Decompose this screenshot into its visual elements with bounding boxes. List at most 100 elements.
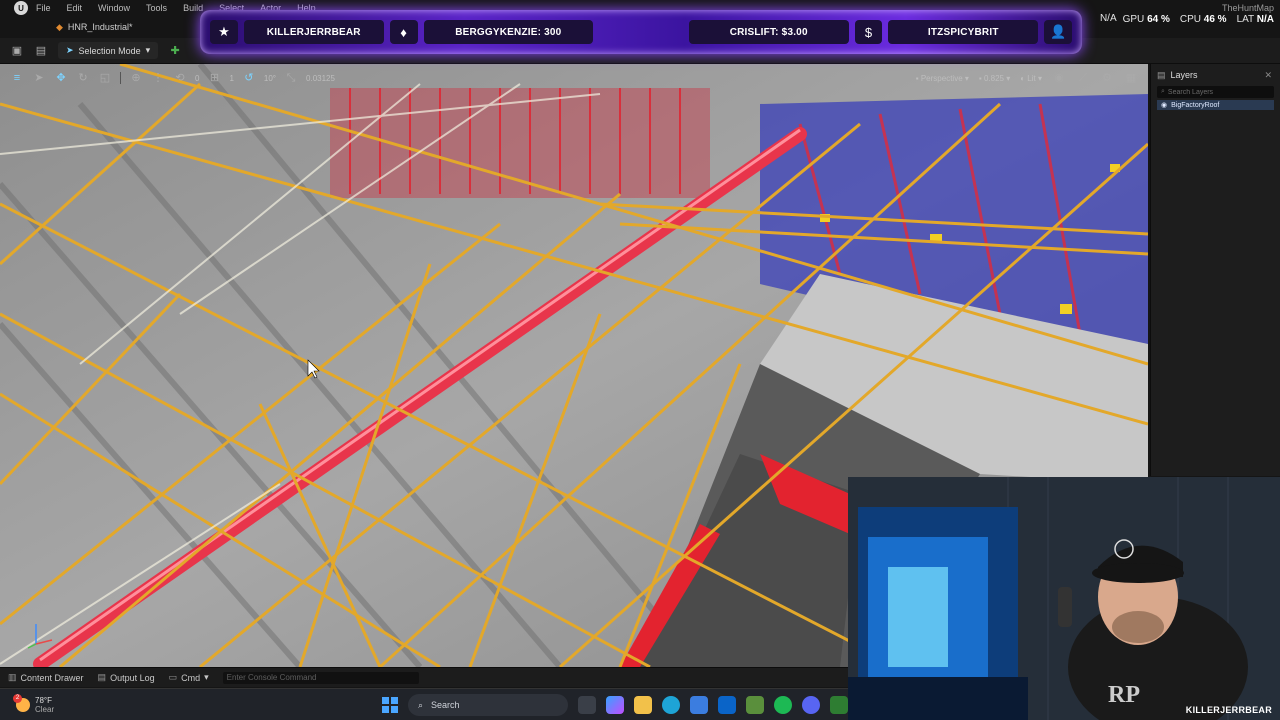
search-icon: ⌕ <box>1161 88 1165 95</box>
lighting-dropdown[interactable]: ◐ Lit ▾ <box>1020 74 1042 83</box>
show-flags-icon[interactable]: ◉ <box>1052 71 1066 85</box>
webcam-name-label: KILLERJERRBEAR <box>1185 705 1272 715</box>
diamond-icon: ♦ <box>389 20 418 44</box>
terminal-icon: ▭ <box>168 672 178 682</box>
windows-taskbar: 78°F Clear ⌕ Search <box>0 688 848 720</box>
level-icon: ◆ <box>56 21 63 32</box>
gpu-label: GPU <box>1122 14 1145 25</box>
outlook-icon[interactable] <box>718 696 736 714</box>
chevron-down-icon: ▾ <box>145 45 151 55</box>
lat-label: LAT <box>1236 14 1254 25</box>
discord-icon[interactable] <box>802 696 820 714</box>
cpu-label: CPU <box>1179 14 1201 25</box>
add-actor-icon[interactable]: ✚ <box>168 44 182 58</box>
taskbar-search-box[interactable]: ⌕ Search <box>408 694 568 716</box>
viewport-options-icon[interactable]: ≡ <box>10 71 24 85</box>
content-drawer-icon: ▥ <box>8 672 17 682</box>
menu-window[interactable]: Window <box>98 3 130 13</box>
close-icon[interactable]: ✕ <box>1264 70 1272 81</box>
cursor-icon: ➤ <box>66 45 74 55</box>
minecraft-icon[interactable] <box>746 696 764 714</box>
perspective-label: Perspective <box>920 73 963 83</box>
weather-condition: Clear <box>35 704 55 714</box>
chevron-down-icon: ▾ <box>204 672 209 682</box>
settings-gear-icon[interactable]: ⚙ <box>1100 71 1114 85</box>
menu-tools[interactable]: Tools <box>146 3 167 13</box>
rotate-tool-icon[interactable]: ↻ <box>76 71 90 85</box>
console-box <box>222 671 419 684</box>
output-log-label: Output Log <box>110 672 155 683</box>
copilot-icon[interactable] <box>606 696 624 714</box>
menu-build[interactable]: Build <box>183 3 203 13</box>
lat-stat: LAT N/A <box>1236 14 1274 25</box>
visibility-eye-icon[interactable]: ◉ <box>1161 101 1167 109</box>
layers-search-box: ⌕ <box>1157 86 1274 98</box>
angle-snap-value[interactable]: 10° <box>264 74 276 83</box>
weather-sun-icon <box>13 693 30 712</box>
layout-icon[interactable]: ▦ <box>1124 71 1138 85</box>
performance-stats: N/A TheHuntMap GPU 64 % CPU 46 % LAT N/A <box>1100 0 1280 26</box>
edge-browser-icon[interactable] <box>662 696 680 714</box>
svg-text:RP: RP <box>1108 682 1140 708</box>
menu-file[interactable]: File <box>36 3 51 13</box>
snap-value[interactable]: 0.03125 <box>306 74 335 83</box>
move-tool-icon[interactable]: ✥ <box>54 71 68 85</box>
stats-block: TheHuntMap GPU 64 % CPU 46 % LAT N/A <box>1122 0 1274 25</box>
banner-cell-subscriber: ITZSPICYBRIT <box>888 20 1039 44</box>
layers-panel-header: ▤ Layers ✕ <box>1151 64 1280 86</box>
console-command-input[interactable] <box>226 673 413 682</box>
layer-row-bigfactoryroof[interactable]: ◉ BigFactoryRoof <box>1157 100 1274 110</box>
angle-snap-icon[interactable]: ↺ <box>242 71 256 85</box>
nvidia-icon[interactable] <box>830 696 848 714</box>
select-tool-icon[interactable]: ➤ <box>32 71 46 85</box>
na-fragment: N/A <box>1099 13 1117 24</box>
weather-temperature: 78°F <box>35 695 52 705</box>
gpu-stat: GPU 64 % <box>1122 14 1170 25</box>
grid-snap-icon[interactable]: ⊞ <box>207 71 221 85</box>
store-icon[interactable] <box>690 696 708 714</box>
banner-cell-bits: BERGGYKENZIE: 300 <box>423 20 594 44</box>
separator <box>120 72 121 84</box>
layers-title: Layers <box>1170 70 1198 80</box>
star-icon: ★ <box>210 20 238 44</box>
document-tab[interactable]: ◆ HNR_Industrial* <box>56 22 132 33</box>
banner-cell-donation: CRISLIFT: $3.00 <box>688 20 849 44</box>
layers-icon: ▤ <box>1157 69 1166 80</box>
browse-icon[interactable]: ▤ <box>34 44 48 58</box>
status-bar: ▥ Content Drawer ▤ Output Log ▭ Cmd ▾ <box>0 667 848 687</box>
output-log-button[interactable]: ▤ Output Log <box>98 672 155 683</box>
taskbar-search-label: Search <box>431 700 460 710</box>
scale-snap-icon[interactable]: ⤡ <box>284 71 298 85</box>
spotify-icon[interactable] <box>774 696 792 714</box>
scale-snap-value[interactable]: 1 <box>229 74 233 83</box>
layer-label: BigFactoryRoof <box>1171 101 1220 109</box>
cmd-dropdown[interactable]: ▭ Cmd ▾ <box>169 672 209 683</box>
file-explorer-icon[interactable] <box>634 696 652 714</box>
menu-edit[interactable]: Edit <box>67 3 83 13</box>
unreal-logo-icon[interactable]: U <box>14 1 28 15</box>
layers-search-input[interactable] <box>1167 88 1268 96</box>
scale-tool-icon[interactable]: ◱ <box>98 71 112 85</box>
world-space-icon[interactable]: ⊕ <box>129 71 143 85</box>
perspective-dropdown[interactable]: ▪ Perspective ▾ <box>916 74 969 83</box>
content-drawer-button[interactable]: ▥ Content Drawer <box>8 672 84 683</box>
gpu-value: 64 % <box>1147 14 1170 25</box>
rotation-snap-value[interactable]: 0 <box>195 74 199 83</box>
taskbar-apps: ⌕ Search <box>382 689 848 720</box>
camera-speed-dropdown[interactable]: ▪ 0.825 ▾ <box>979 74 1010 83</box>
selection-mode-button[interactable]: ➤ Selection Mode ▾ <box>58 42 159 59</box>
layers-panel: ▤ Layers ✕ ⌕ ◉ BigFactoryRoof <box>1150 64 1280 476</box>
viewport-toolbar-right: ▪ Perspective ▾ ▪ 0.825 ▾ ◐ Lit ▾ ◉ ⟋ ⚙ … <box>916 68 1138 88</box>
task-view-icon[interactable] <box>578 696 596 714</box>
cpu-value: 46 % <box>1203 14 1227 25</box>
map-name: TheHuntMap <box>1221 3 1274 13</box>
banner-cell-follower: KILLERJERRBEAR <box>243 20 384 44</box>
save-icon[interactable]: ▣ <box>10 44 24 58</box>
scalability-icon[interactable]: ⟋ <box>1076 71 1090 85</box>
surface-snap-icon[interactable]: ⋮ <box>151 71 165 85</box>
weather-widget[interactable]: 78°F Clear <box>0 693 55 714</box>
search-icon: ⌕ <box>418 699 424 710</box>
windows-start-icon[interactable] <box>382 697 398 713</box>
rotation-snap-icon[interactable]: ⟲ <box>173 71 187 85</box>
lat-value: N/A <box>1256 14 1274 25</box>
